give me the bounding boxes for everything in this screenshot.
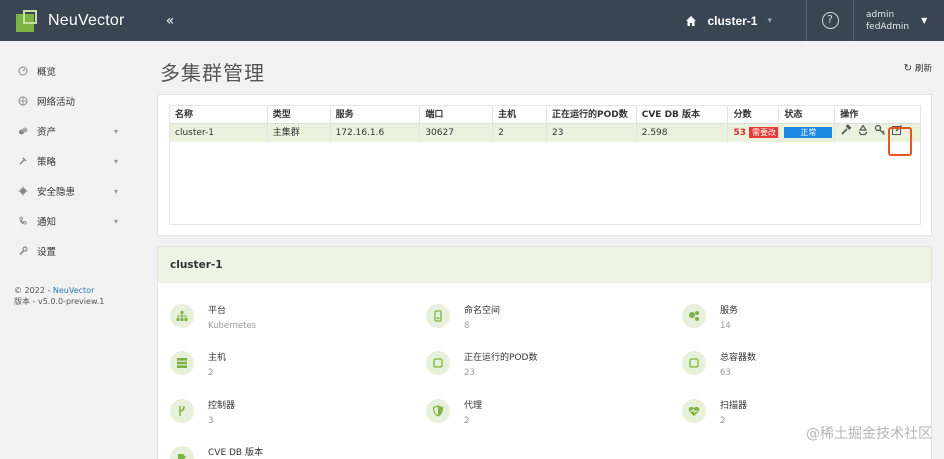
sidebar-footer: © 2022 - NeuVector 版本 - v5.0.0-preview.1: [14, 285, 104, 307]
column-header[interactable]: 类型: [268, 105, 331, 124]
neuvector-logo-icon: [16, 9, 42, 32]
assets-icon: [19, 127, 28, 135]
column-header[interactable]: 端口: [420, 105, 494, 124]
refresh-button[interactable]: ↻ 刷新: [903, 62, 932, 75]
page-title: 多集群管理: [160, 61, 265, 85]
key-action-highlight: [888, 127, 912, 156]
metric-hosts: 主机 2: [170, 351, 226, 379]
chevron-down-icon: ▾: [113, 156, 118, 166]
services-icon: [682, 304, 706, 328]
column-header[interactable]: 服务: [331, 105, 421, 124]
refresh-icon: ↻: [903, 62, 912, 74]
app-logo[interactable]: NeuVector: [0, 0, 160, 41]
cluster-selector[interactable]: cluster-1: [707, 14, 757, 28]
cluster-hosts-cell: 2: [493, 124, 547, 142]
home-icon: [686, 15, 697, 26]
cluster-service-cell: 172.16.1.6: [331, 124, 421, 142]
cluster-table-card: 名称 类型 服务 端口 主机 正在运行的POD数 CVE DB 版本 分数 状态…: [157, 94, 932, 236]
metric-platform: 平台 Kubernetes: [170, 304, 256, 332]
collapse-sidebar-icon[interactable]: «: [160, 13, 180, 29]
sidebar-item-network[interactable]: 网络活动: [0, 86, 140, 116]
settings-icon: [19, 246, 28, 256]
sidebar: 概览 网络活动 资产 ▾ 策略 ▾ 安全隐患 ▾ 通知 ▾ 设置 © 2022 …: [0, 41, 140, 459]
metric-containers: 总容器数 63: [682, 351, 756, 379]
column-header: 操作: [840, 109, 859, 120]
user-dropdown-icon[interactable]: ▼: [921, 16, 927, 25]
user-role: fedAdmin: [866, 21, 910, 32]
copyright-text: © 2022 -: [14, 286, 51, 295]
recycle-icon[interactable]: [857, 124, 869, 136]
platform-icon: [170, 304, 194, 328]
cluster-score-cell: 53 需要改: [728, 124, 780, 142]
version-text: 版本 - v5.0.0-preview.1: [14, 297, 105, 306]
sidebar-item-assets[interactable]: 资产 ▾: [0, 116, 140, 146]
watermark: @稀土掘金技术社区: [806, 426, 932, 442]
column-header[interactable]: CVE DB 版本: [637, 105, 729, 124]
dashboard-icon: [18, 66, 28, 76]
metric-services: 服务 14: [682, 304, 738, 332]
status-badge: 正常: [784, 127, 833, 138]
table-header: 名称 类型 服务 端口 主机 正在运行的POD数 CVE DB 版本 分数 状态…: [170, 105, 920, 124]
metric-enforcers: 代理 2: [426, 399, 482, 427]
hammer-icon[interactable]: [840, 124, 852, 136]
app-name: NeuVector: [48, 11, 125, 29]
cluster-type-cell: 主集群: [268, 124, 331, 142]
column-header[interactable]: 分数: [728, 105, 780, 124]
top-bar: NeuVector « cluster-1 ▾ ? admin fedAdmin…: [0, 0, 944, 41]
metric-namespace: 命名空间 8: [426, 304, 500, 332]
chevron-down-icon: ▾: [113, 216, 118, 226]
policy-icon: [19, 157, 27, 165]
cluster-status-cell: 正常: [779, 124, 836, 142]
cluster-table: 名称 类型 服务 端口 主机 正在运行的POD数 CVE DB 版本 分数 状态…: [169, 105, 921, 225]
security-icon: [18, 186, 28, 196]
column-header[interactable]: 主机: [493, 105, 547, 124]
metric-cve-db: CVE DB 版本: [170, 446, 263, 459]
column-header[interactable]: 正在运行的POD数: [547, 105, 637, 124]
pod-icon: [426, 351, 450, 375]
sidebar-item-settings[interactable]: 设置: [0, 236, 140, 266]
enforcer-icon: [426, 399, 450, 423]
network-icon: [18, 96, 28, 106]
user-menu[interactable]: admin fedAdmin ▼: [854, 9, 944, 33]
scanner-icon: [682, 399, 706, 423]
key-icon[interactable]: [874, 124, 886, 136]
cluster-dropdown-icon[interactable]: ▾: [767, 16, 772, 26]
help-button[interactable]: ?: [807, 12, 853, 29]
chevron-down-icon: ▾: [113, 126, 118, 136]
help-icon: ?: [821, 12, 839, 29]
cluster-port-cell: 30627: [420, 124, 494, 142]
chevron-down-icon: ▾: [113, 186, 118, 196]
namespace-icon: [426, 304, 450, 328]
sidebar-item-dashboard[interactable]: 概览: [0, 56, 140, 86]
metric-scanners: 扫描器 2: [682, 399, 747, 427]
metric-pods: 正在运行的POD数 23: [426, 351, 537, 379]
company-link[interactable]: NeuVector: [53, 286, 94, 295]
sidebar-item-notification[interactable]: 通知 ▾: [0, 206, 140, 236]
sidebar-item-security[interactable]: 安全隐患 ▾: [0, 176, 140, 206]
cluster-pods-cell: 23: [547, 124, 637, 142]
cluster-cvedb-cell: 2.598: [637, 124, 729, 142]
metric-controllers: 控制器 3: [170, 399, 235, 427]
score-value: 53: [733, 128, 747, 138]
cve-db-icon: [170, 446, 194, 459]
column-header[interactable]: 名称: [170, 105, 268, 124]
cluster-name-cell: cluster-1: [170, 124, 268, 142]
sidebar-item-policy[interactable]: 策略 ▾: [0, 146, 140, 176]
container-icon: [682, 351, 706, 375]
score-badge: 需要改: [749, 127, 779, 138]
user-name: admin: [866, 9, 895, 20]
cluster-detail-title: cluster-1: [158, 247, 931, 283]
column-header[interactable]: 状态: [779, 105, 836, 124]
controller-icon: [170, 399, 194, 423]
notification-icon: [19, 216, 27, 225]
host-icon: [170, 351, 194, 375]
table-row[interactable]: cluster-1 主集群 172.16.1.6 30627 2 23 2.59…: [170, 124, 920, 142]
